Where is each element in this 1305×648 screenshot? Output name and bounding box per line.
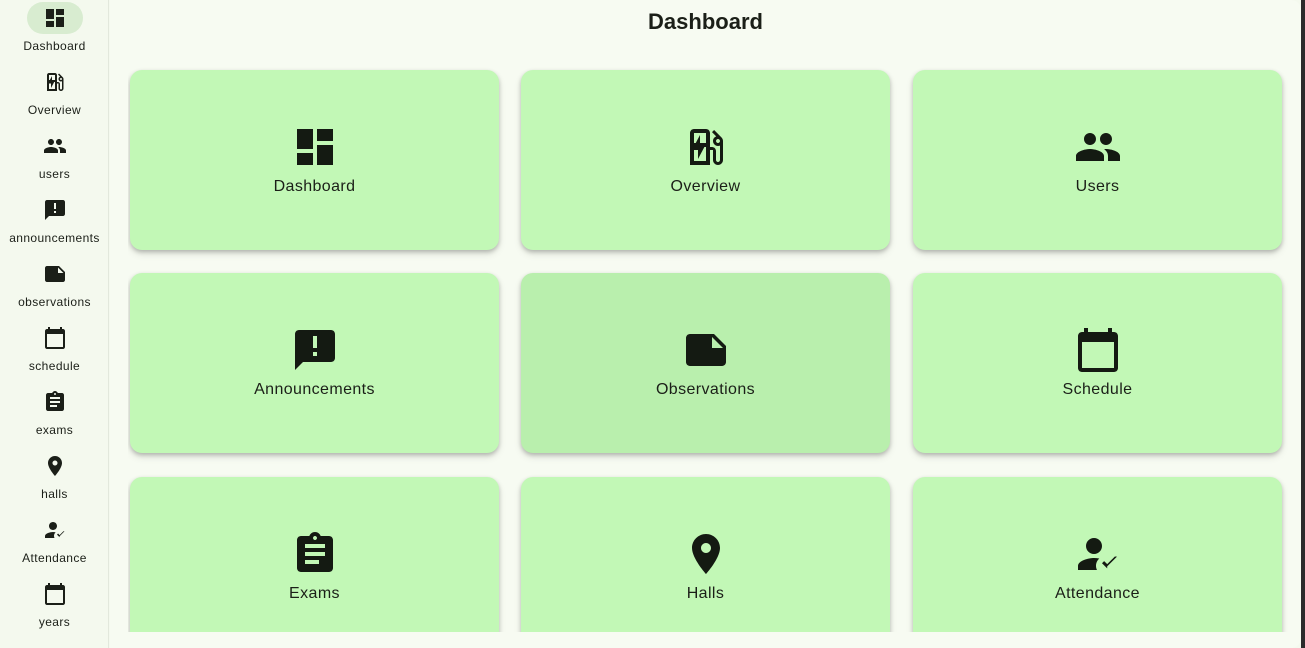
nav-item-label: observations [18, 295, 91, 309]
ev-station-icon [689, 129, 723, 165]
location-pin-icon [691, 534, 720, 574]
card-announcements[interactable]: Announcements [130, 273, 499, 453]
nav-item-label: Attendance [22, 551, 87, 565]
location-pin-icon [27, 450, 83, 482]
card-users[interactable]: Users [913, 70, 1282, 250]
card-halls[interactable]: Halls [521, 477, 890, 632]
card-attendance[interactable]: Attendance [913, 477, 1282, 632]
sticky-note-icon [685, 334, 726, 366]
card-label: Observations [655, 381, 756, 398]
person-check-icon [1077, 538, 1117, 570]
window-edge [1301, 0, 1305, 648]
app-window: Dashboard Overview users announcements o… [0, 0, 1305, 648]
card-label: Exams [289, 585, 340, 602]
nav-item-attendance[interactable]: Attendance [0, 514, 109, 578]
card-label: Attendance [1055, 585, 1140, 602]
nav-item-users[interactable]: users [0, 130, 109, 194]
card-dashboard[interactable]: Dashboard [130, 70, 499, 250]
nav-item-dashboard[interactable]: Dashboard [0, 2, 109, 66]
card-label: Announcements [254, 381, 375, 398]
nav-item-exams[interactable]: exams [0, 386, 109, 450]
person-check-icon [27, 514, 83, 546]
people-icon [27, 130, 83, 162]
card-label: Overview [670, 178, 741, 195]
nav-item-label: exams [35, 423, 74, 437]
people-icon [1075, 133, 1120, 161]
card-schedule[interactable]: Schedule [913, 273, 1282, 453]
sticky-note-icon [27, 258, 83, 290]
dashboard-icon [296, 129, 333, 165]
nav-item-label: schedule [28, 359, 81, 373]
page-title: Dashboard [648, 9, 763, 34]
dashboard-card-grid: Dashboard Overview Users Announcements O… [128, 60, 1288, 632]
calendar-icon [27, 322, 83, 354]
card-overview[interactable]: Overview [521, 70, 890, 250]
assignment-icon [27, 386, 83, 418]
nav-item-observations[interactable]: observations [0, 258, 109, 322]
nav-item-label: Dashboard [23, 39, 86, 53]
card-label: Halls [686, 585, 725, 602]
nav-item-years[interactable]: years [0, 578, 109, 642]
dashboard-icon [26, 2, 83, 34]
nav-item-halls[interactable]: halls [0, 450, 109, 514]
card-label: Schedule [1062, 381, 1133, 398]
nav-item-announcements[interactable]: announcements [0, 194, 109, 258]
card-observations[interactable]: Observations [521, 273, 890, 453]
nav-item-label: Overview [27, 103, 82, 117]
announcement-icon [27, 194, 83, 226]
navigation-rail: Dashboard Overview users announcements o… [0, 0, 109, 648]
nav-item-schedule[interactable]: schedule [0, 322, 109, 386]
card-exams[interactable]: Exams [130, 477, 499, 632]
assignment-icon [296, 532, 333, 572]
card-label: Dashboard [273, 178, 356, 195]
nav-item-label: announcements [9, 231, 100, 245]
nav-item-label: users [38, 167, 71, 181]
card-label: Users [1075, 178, 1120, 195]
nav-item-overview[interactable]: Overview [0, 66, 109, 130]
nav-item-label: halls [41, 487, 68, 501]
calendar-icon [1077, 328, 1118, 372]
calendar-icon [27, 578, 83, 610]
ev-station-icon [27, 66, 83, 98]
main-content: Dashboard Dashboard Overview Users Annou… [110, 0, 1301, 648]
nav-item-label: years [38, 615, 71, 629]
announcement-icon [294, 330, 335, 370]
